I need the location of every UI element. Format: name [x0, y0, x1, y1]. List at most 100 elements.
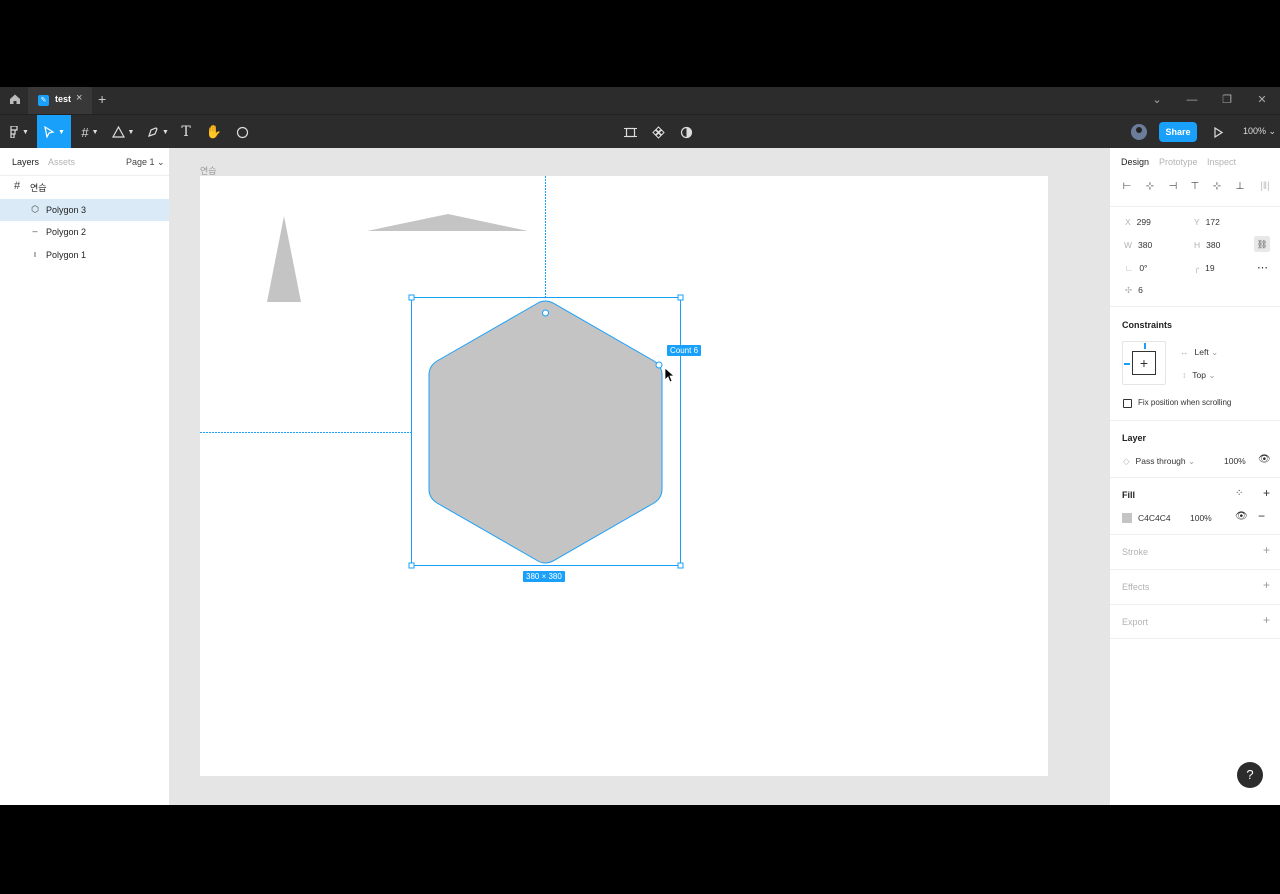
add-export-icon[interactable]: +: [1263, 613, 1270, 627]
page-selector[interactable]: Page 1 ⌄: [126, 157, 165, 168]
constraint-top-marker[interactable]: [1144, 343, 1146, 349]
layer-row-polygon-1[interactable]: ı Polygon 1: [0, 244, 169, 266]
hand-tool-button[interactable]: ✋: [204, 115, 224, 149]
constraints-widget[interactable]: +: [1122, 341, 1166, 385]
radius-value: 19: [1205, 263, 1215, 273]
text-icon: T: [181, 124, 191, 140]
add-stroke-icon[interactable]: +: [1263, 543, 1270, 557]
layer-section: Layer ◇ Pass through ⌄ 100% 👁: [1110, 420, 1280, 477]
resize-handle-bl[interactable]: [408, 562, 415, 569]
align-right-icon[interactable]: ⊣: [1167, 181, 1179, 193]
main-menu-button[interactable]: ▼: [4, 115, 34, 149]
vertical-constraint-select[interactable]: ↕ Top ⌄: [1182, 370, 1215, 381]
y-field[interactable]: Y 172: [1194, 217, 1220, 227]
text-tool-button[interactable]: T: [177, 115, 195, 149]
layer-opacity-field[interactable]: 100%: [1224, 456, 1246, 466]
chevron-down-icon[interactable]: ⌄: [1149, 91, 1165, 109]
share-button[interactable]: Share: [1159, 122, 1197, 142]
tab-design[interactable]: Design: [1121, 157, 1149, 167]
resize-handle-br[interactable]: [677, 562, 684, 569]
radius-field[interactable]: ╭ 19: [1194, 263, 1215, 274]
constraint-left-marker[interactable]: [1124, 363, 1130, 365]
tab-layers[interactable]: Layers: [12, 157, 39, 167]
toolbar: ▼ ▼ # ▼ ▼ ▼ T ✋ Share 100% ⌄: [0, 114, 1280, 149]
export-section: Export +: [1110, 604, 1280, 639]
layer-label: 연습: [30, 183, 47, 193]
add-fill-icon[interactable]: +: [1263, 486, 1270, 500]
canvas[interactable]: 연습 Count 6 380 × 380: [170, 148, 1110, 805]
tab-prototype[interactable]: Prototype: [1159, 157, 1198, 167]
x-value: 299: [1136, 217, 1151, 227]
contrast-button[interactable]: [676, 115, 696, 149]
radius-handle[interactable]: [542, 309, 549, 317]
count-value: 6: [1138, 285, 1143, 295]
polygon-1-shape[interactable]: [267, 216, 301, 302]
align-center-h-icon[interactable]: ⊹: [1144, 181, 1156, 193]
w-field[interactable]: W 380: [1124, 240, 1152, 250]
distribute-icon[interactable]: |‖|: [1255, 181, 1275, 193]
help-button[interactable]: ?: [1237, 762, 1263, 788]
constraints-title: Constraints: [1122, 320, 1173, 330]
layer-row-polygon-2[interactable]: – Polygon 2: [0, 221, 169, 243]
count-handle[interactable]: [655, 361, 663, 369]
triangle-icon: [111, 126, 125, 138]
contrast-icon: [680, 126, 692, 138]
tab-assets[interactable]: Assets: [48, 157, 75, 167]
shape-tool-button[interactable]: ▼: [108, 115, 138, 149]
minimize-icon[interactable]: —: [1184, 91, 1200, 109]
resize-handle-tr[interactable]: [677, 294, 684, 301]
vertical-constraint-value: Top: [1192, 370, 1206, 380]
eye-icon[interactable]: 👁: [1235, 511, 1248, 522]
blend-mode-select[interactable]: ◇ Pass through ⌄: [1123, 456, 1195, 467]
blend-mode-value: Pass through: [1135, 456, 1186, 466]
components-button[interactable]: [648, 115, 668, 149]
comment-tool-button[interactable]: [232, 115, 252, 149]
rotation-field[interactable]: ∟ 0°: [1125, 263, 1147, 273]
restore-icon[interactable]: ❐: [1219, 91, 1235, 109]
eye-icon[interactable]: 👁: [1258, 454, 1271, 465]
horizontal-constraint-select[interactable]: ↔ Left ⌄: [1180, 347, 1218, 358]
polygon-2-shape[interactable]: [367, 214, 528, 231]
align-left-icon[interactable]: ⊢: [1121, 181, 1133, 193]
crop-frame-button[interactable]: [620, 115, 640, 149]
x-field[interactable]: X 299: [1125, 217, 1151, 227]
align-top-icon[interactable]: ⊤: [1189, 181, 1201, 193]
fill-swatch[interactable]: [1122, 513, 1132, 523]
align-middle-icon[interactable]: ⊹: [1211, 181, 1223, 193]
canvas-shapes: [200, 176, 684, 569]
close-window-icon[interactable]: ✕: [1254, 91, 1270, 109]
more-options-icon[interactable]: ⋯: [1257, 261, 1268, 274]
frame-tool-button[interactable]: # ▼: [76, 115, 104, 149]
new-tab-button[interactable]: +: [98, 91, 106, 107]
w-label: W: [1124, 240, 1133, 250]
chevron-down-icon: ⌄: [1208, 370, 1216, 380]
avatar[interactable]: [1131, 124, 1147, 140]
polygon-3-shape[interactable]: [428, 300, 663, 564]
resize-handle-tl[interactable]: [408, 294, 415, 301]
add-effect-icon[interactable]: +: [1263, 578, 1270, 592]
chevron-down-icon: ⌄: [1188, 456, 1196, 466]
count-field[interactable]: ✣ 6: [1125, 285, 1143, 296]
constrain-proportions-icon[interactable]: ⛓: [1254, 236, 1270, 252]
home-icon[interactable]: [7, 93, 23, 109]
fill-hex-field[interactable]: C4C4C4: [1138, 513, 1171, 523]
styles-icon[interactable]: ⁘: [1235, 488, 1243, 499]
tab-inspect[interactable]: Inspect: [1207, 157, 1236, 167]
file-tab[interactable]: ✎ test ×: [28, 87, 92, 114]
vertical-constraint-icon: ↕: [1182, 370, 1187, 380]
remove-fill-icon[interactable]: −: [1258, 509, 1265, 523]
move-tool-button[interactable]: ▼: [37, 115, 71, 149]
layer-frame-row[interactable]: # 연습: [0, 176, 169, 198]
h-field[interactable]: H 380: [1194, 240, 1220, 250]
tab-close-icon[interactable]: ×: [76, 92, 82, 104]
present-button[interactable]: [1208, 115, 1228, 149]
fill-opacity-field[interactable]: 100%: [1190, 513, 1212, 523]
layer-row-polygon-3[interactable]: ⬡ Polygon 3: [0, 199, 169, 221]
fix-position-checkbox[interactable]: [1123, 399, 1132, 408]
zoom-dropdown[interactable]: 100% ⌄: [1243, 126, 1276, 137]
size-badge: 380 × 380: [523, 571, 565, 582]
align-bottom-icon[interactable]: ⊥: [1234, 181, 1246, 193]
layer-label: Polygon 1: [46, 250, 87, 260]
pen-tool-button[interactable]: ▼: [143, 115, 173, 149]
design-panel: Design Prototype Inspect ⊢ ⊹ ⊣ ⊤ ⊹ ⊥ |‖|…: [1109, 148, 1280, 805]
